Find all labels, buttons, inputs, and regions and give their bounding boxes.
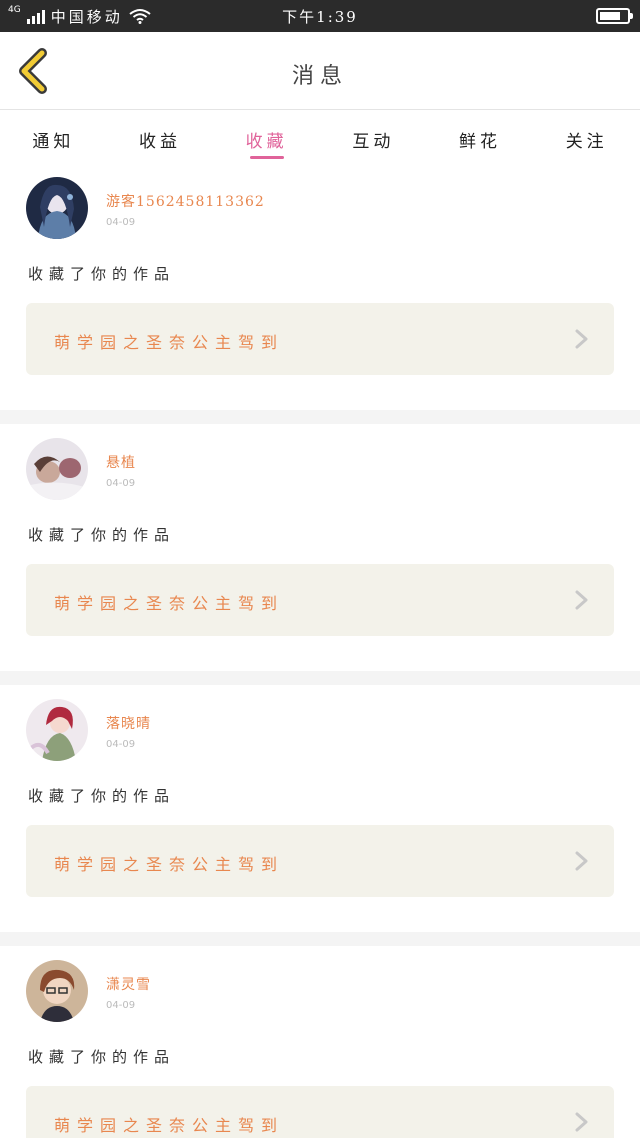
date-label: 04-09 [106, 1000, 136, 1011]
favorite-item: 落晓晴 04-09 收藏了你的作品萌学园之圣奈公主驾到 [0, 685, 640, 932]
work-title: 萌学园之圣奈公主驾到 [54, 1116, 285, 1135]
avatar-girl-blue-icon[interactable] [26, 177, 88, 239]
chevron-right-icon [575, 329, 588, 349]
favorites-feed: 游客1562458113362 04-09 收藏了你的作品 萌学园之圣奈公主驾到 悬植 0… [0, 163, 640, 1138]
tab-label: 收藏 [245, 132, 288, 152]
username[interactable]: 潇灵雪 [106, 974, 151, 994]
page-title: 消息 [291, 64, 348, 89]
username[interactable]: 落晓晴 [106, 713, 151, 733]
date-label: 04-09 [106, 739, 136, 750]
chevron-right-icon [575, 851, 588, 871]
tab-label: 收益 [139, 132, 181, 152]
tab-label: 通知 [32, 132, 75, 152]
favorite-item: 潇灵雪 04-09 收藏了你的作品萌学园之圣奈公主驾到 [0, 946, 640, 1138]
avatar-boy-icon[interactable] [26, 960, 88, 1022]
tab-follows[interactable]: 关注 [533, 111, 640, 163]
favorite-item: 游客1562458113362 04-09 收藏了你的作品萌学园之圣奈公主驾到 [0, 163, 640, 410]
active-tab-indicator [249, 156, 284, 159]
battery-icon [596, 8, 633, 24]
avatar-girl-red-icon[interactable] [26, 699, 88, 761]
work-title: 萌学园之圣奈公主驾到 [54, 855, 285, 874]
chevron-right-icon [575, 1112, 588, 1132]
tab-favorites[interactable]: 收藏 [213, 111, 320, 163]
work-link[interactable]: 萌学园之圣奈公主驾到 [26, 1086, 614, 1138]
tab-flowers[interactable]: 鲜花 [427, 111, 534, 163]
tab-earnings[interactable]: 收益 [107, 111, 214, 163]
section-divider [0, 932, 640, 946]
work-link[interactable]: 萌学园之圣奈公主驾到 [26, 564, 614, 636]
header: 消息 [0, 32, 640, 110]
tab-label: 鲜花 [459, 132, 502, 152]
work-link[interactable]: 萌学园之圣奈公主驾到 [26, 303, 614, 375]
section-divider [0, 671, 640, 685]
tab-label: 关注 [565, 132, 608, 152]
section-divider [0, 410, 640, 424]
action-text: 收藏了你的作品 [28, 526, 176, 544]
work-title: 萌学园之圣奈公主驾到 [54, 333, 285, 352]
tab-interactions[interactable]: 互动 [320, 111, 427, 163]
work-title: 萌学园之圣奈公主驾到 [54, 594, 285, 613]
username[interactable]: 悬植 [106, 452, 136, 472]
clock: 下午1:39 [282, 8, 358, 26]
date-label: 04-09 [106, 217, 136, 228]
action-text: 收藏了你的作品 [28, 265, 176, 283]
username[interactable]: 游客1562458113362 [106, 191, 265, 211]
date-label: 04-09 [106, 478, 136, 489]
chevron-right-icon [575, 590, 588, 610]
favorite-item: 悬植 04-09 收藏了你的作品萌学园之圣奈公主驾到 [0, 424, 640, 671]
tab-notifications[interactable]: 通知 [0, 111, 107, 163]
status-bar: 4G 中国移动 下午1:39 [0, 0, 640, 32]
tab-bar: 通知 收益 收藏 互动 鲜花 关注 [0, 111, 640, 163]
work-link[interactable]: 萌学园之圣奈公主驾到 [26, 825, 614, 897]
action-text: 收藏了你的作品 [28, 1048, 176, 1066]
action-text: 收藏了你的作品 [28, 787, 176, 805]
avatar-photo-icon[interactable] [26, 438, 88, 500]
tab-label: 互动 [352, 132, 395, 152]
